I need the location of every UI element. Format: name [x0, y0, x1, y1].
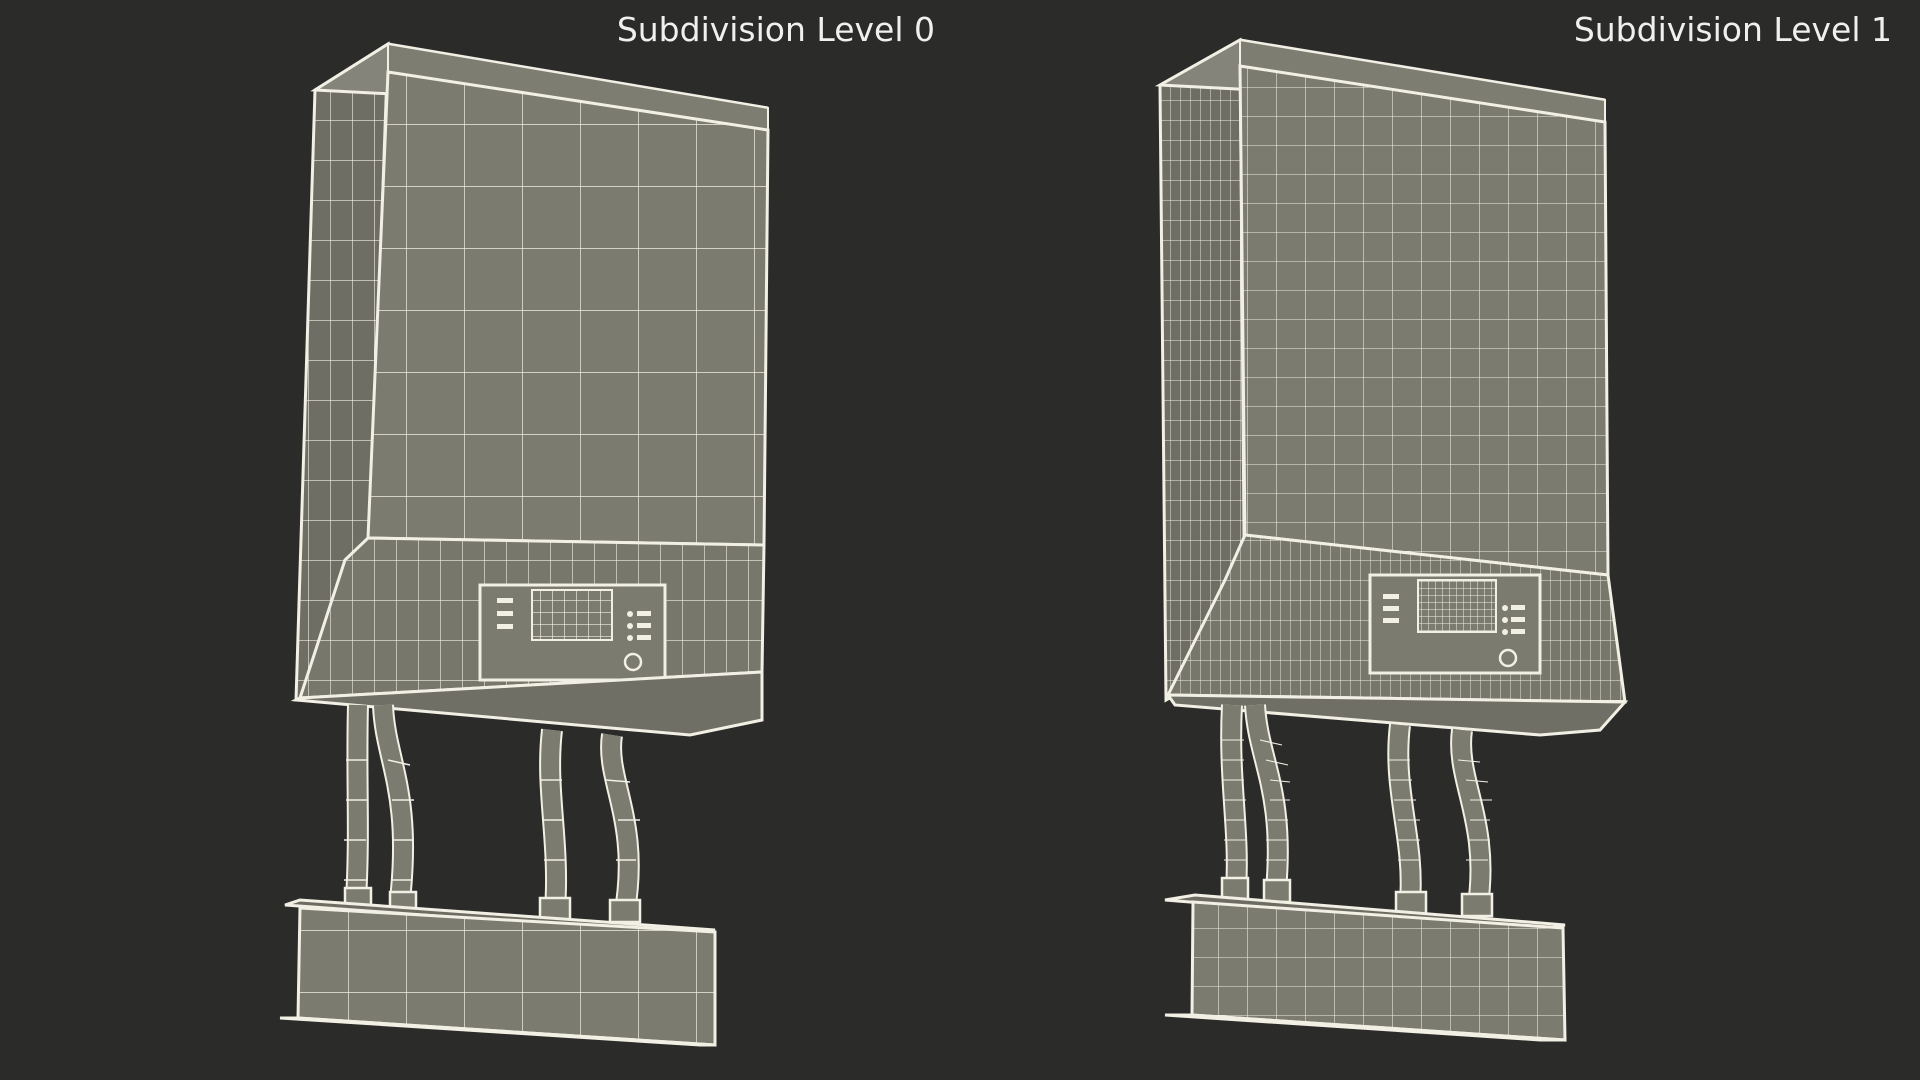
render-canvas: { "views": [ {"id": "left", "caption": "… [0, 0, 1920, 1080]
left-indicator-buttons [497, 598, 513, 629]
right-indicator-buttons [1502, 605, 1525, 635]
connection-hoses [1220, 704, 1492, 907]
left-indicator-buttons [1383, 594, 1399, 623]
display-grid [531, 589, 613, 641]
boiler-model-level-1 [1154, 37, 1629, 1042]
boiler-model-level-0 [279, 41, 770, 1047]
right-indicator-buttons [627, 611, 651, 641]
connection-hoses [344, 704, 640, 912]
wireframe-scene [279, 37, 1629, 1047]
display-grid [1417, 579, 1497, 633]
